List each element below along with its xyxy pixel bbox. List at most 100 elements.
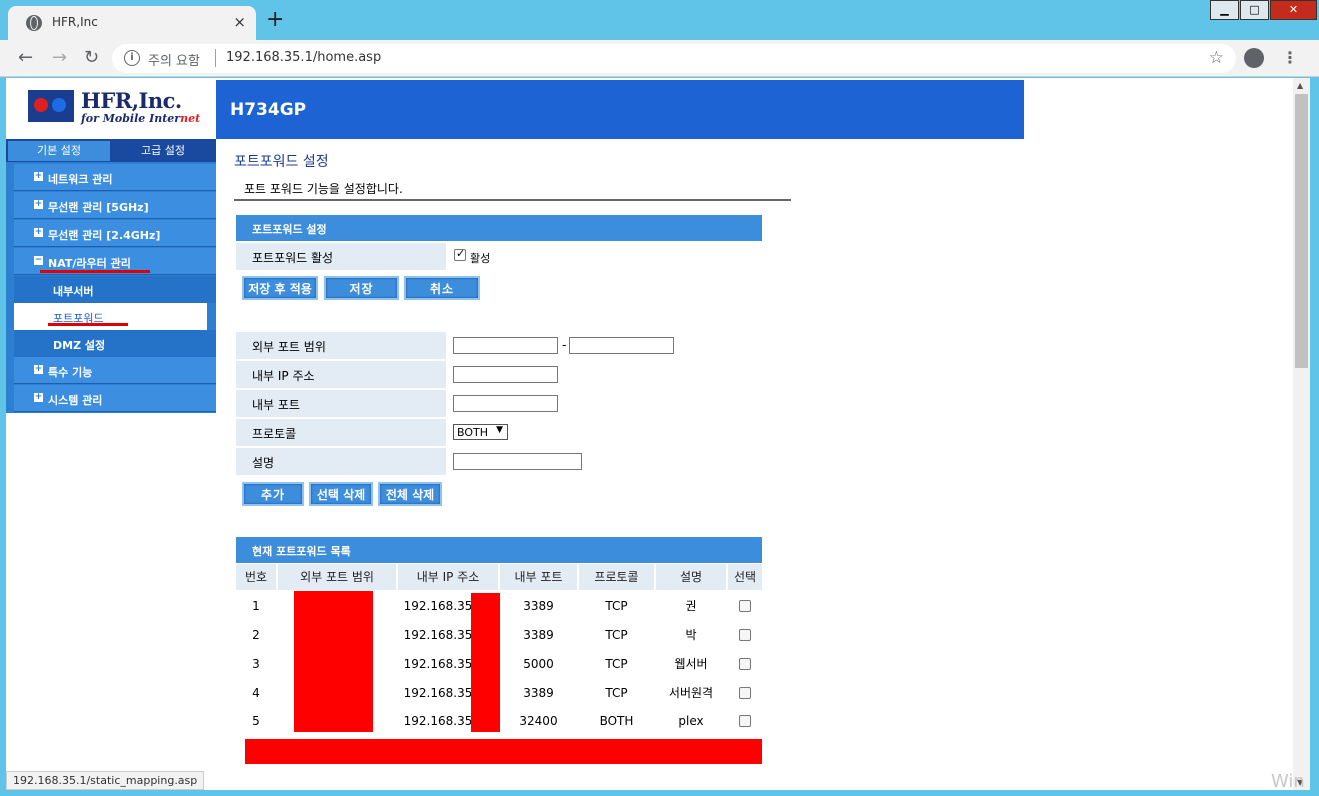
sidebar-item-network[interactable]: + 네트워크 관리 [14,164,216,191]
ext-port-start-input[interactable] [453,337,558,354]
logo-brand: HFR,Inc. [81,88,182,113]
browser-tab[interactable]: HFR,Inc × [8,6,256,40]
hfr-logo: HFR,Inc. for Mobile Internet [6,78,216,139]
dropdown-arrow-icon: ▼ [496,425,503,435]
row-number: 5 [252,714,260,728]
section-header-text: 포트포워드 설정 [252,223,327,236]
expand-plus-icon: + [34,199,43,209]
delete-all-button[interactable]: 전체 삭제 [378,482,442,506]
tab-basic-settings[interactable]: 기본 설정 [8,141,110,161]
bookmark-star-icon[interactable]: ☆ [1209,48,1224,68]
back-icon[interactable]: ← [18,48,33,68]
section-header-text: 현재 포트포워드 목록 [252,545,351,558]
maximize-icon[interactable]: □ [1240,0,1269,20]
reload-icon[interactable]: ↻ [84,48,99,68]
protocol-label: 프로토콜 [252,427,297,441]
row-int-port: 3389 [523,686,554,700]
save-button[interactable]: 저장 [324,276,399,300]
row-select-checkbox[interactable] [739,629,751,641]
column-header-description: 설명 [656,564,726,590]
expand-plus-icon: + [34,392,43,402]
row-number: 1 [252,599,260,613]
row-select-checkbox[interactable] [739,715,751,727]
row-description: 권 [685,599,697,613]
row-int-port: 3389 [523,599,554,613]
row-description: 웹서버 [674,657,708,671]
description-input[interactable] [453,453,582,470]
scrollbar-thumb[interactable] [1295,94,1308,368]
protocol-value: BOTH [457,426,489,439]
cancel-button[interactable]: 취소 [404,276,480,300]
row-protocol: TCP [605,686,628,700]
vertical-scrollbar[interactable]: ▲ ▼ [1293,78,1310,790]
row-int-port: 32400 [519,714,558,728]
row-select-checkbox[interactable] [739,687,751,699]
tab-close-icon[interactable]: × [233,13,246,31]
enable-checkbox[interactable] [454,247,466,261]
sidebar-sub-internal-server[interactable]: 내부서버 [14,276,216,303]
expand-plus-icon: + [34,227,43,237]
range-separator: - [562,338,567,352]
page-description: 포트 포워드 기능을 설정합니다. [234,174,791,201]
sidebar-item-label: 시스템 관리 [48,394,103,407]
sidebar-item-system[interactable]: + 시스템 관리 [14,385,216,412]
add-button[interactable]: 추가 [242,482,304,506]
forward-icon[interactable]: → [52,48,67,68]
page-viewport: HFR,Inc. for Mobile Internet H734GP 기본 설… [6,78,1293,790]
column-header-protocol: 프로토콜 [579,564,654,590]
menu-kebab-icon[interactable]: ⋮ [1282,48,1298,67]
protocol-label-cell: 프로토콜 [236,419,446,446]
sidebar-sub-label: 내부서버 [53,285,94,298]
window-close-icon[interactable]: ✕ [1270,0,1317,20]
row-select-checkbox[interactable] [739,600,751,612]
row-protocol: BOTH [599,714,634,728]
row-select-checkbox[interactable] [739,658,751,670]
ext-port-end-input[interactable] [569,337,674,354]
sidebar-item-label: 무선랜 관리 [5GHz] [48,201,149,214]
windows-watermark: Win [1271,771,1305,792]
page-title: 포트포워드 설정 [234,154,329,170]
row-int-ip: 192.168.35 [403,599,473,613]
list-section-header: 현재 포트포워드 목록 [236,537,762,563]
security-warning[interactable]: 주의 요함 [148,50,200,69]
column-header-int-ip: 내부 IP 주소 [398,564,498,590]
sidebar-item-label: 무선랜 관리 [2.4GHz] [48,229,161,242]
logo-blue-dot [52,98,66,112]
save-apply-button[interactable]: 저장 후 적용 [242,276,318,300]
row-int-port: 3389 [523,628,554,642]
sidebar-item-wlan-5ghz[interactable]: + 무선랜 관리 [5GHz] [14,192,216,219]
header-banner: H734GP [216,80,1024,139]
profile-icon[interactable] [1244,48,1264,68]
scroll-up-icon[interactable]: ▲ [1297,81,1303,90]
settings-section-header: 포트포워드 설정 [236,215,762,241]
row-protocol: TCP [605,628,628,642]
int-port-label-cell: 내부 포트 [236,390,446,417]
omnibox[interactable]: i 주의 요함 192.168.35.1/home.asp ☆ [112,44,1236,73]
redacted-bottom-area [245,739,762,764]
sidebar-item-special[interactable]: + 특수 기능 [14,357,216,384]
collapse-minus-icon: − [34,255,43,265]
redacted-ext-port-column [294,591,373,732]
expand-plus-icon: + [34,171,43,181]
tab-advanced-settings[interactable]: 고급 설정 [112,141,214,161]
int-port-input[interactable] [453,395,558,412]
sidebar-item-label: 특수 기능 [48,366,93,379]
row-int-ip: 192.168.35 [403,686,473,700]
delete-selected-button[interactable]: 선택 삭제 [309,482,373,506]
url-text[interactable]: 192.168.35.1/home.asp [226,50,381,65]
window-frame-bottom [0,790,1319,796]
new-tab-icon[interactable]: + [266,9,284,31]
row-description: plex [678,714,704,728]
sidebar-item-wlan-24ghz[interactable]: + 무선랜 관리 [2.4GHz] [14,220,216,247]
info-icon[interactable]: i [124,50,140,66]
model-name: H734GP [230,100,307,120]
minimize-icon[interactable]: ▁ [1210,0,1239,20]
column-header-select: 선택 [728,564,762,590]
enable-label-cell: 포트포워드 활성 [236,243,446,270]
int-ip-label: 내부 IP 주소 [252,369,315,383]
column-header-no: 번호 [236,564,276,590]
int-ip-input[interactable] [453,366,558,383]
address-toolbar: ← → ↻ i 주의 요함 192.168.35.1/home.asp ☆ ⋮ [0,40,1319,77]
sidebar-sub-dmz[interactable]: DMZ 설정 [14,330,216,357]
protocol-select[interactable]: BOTH ▼ [453,424,508,440]
